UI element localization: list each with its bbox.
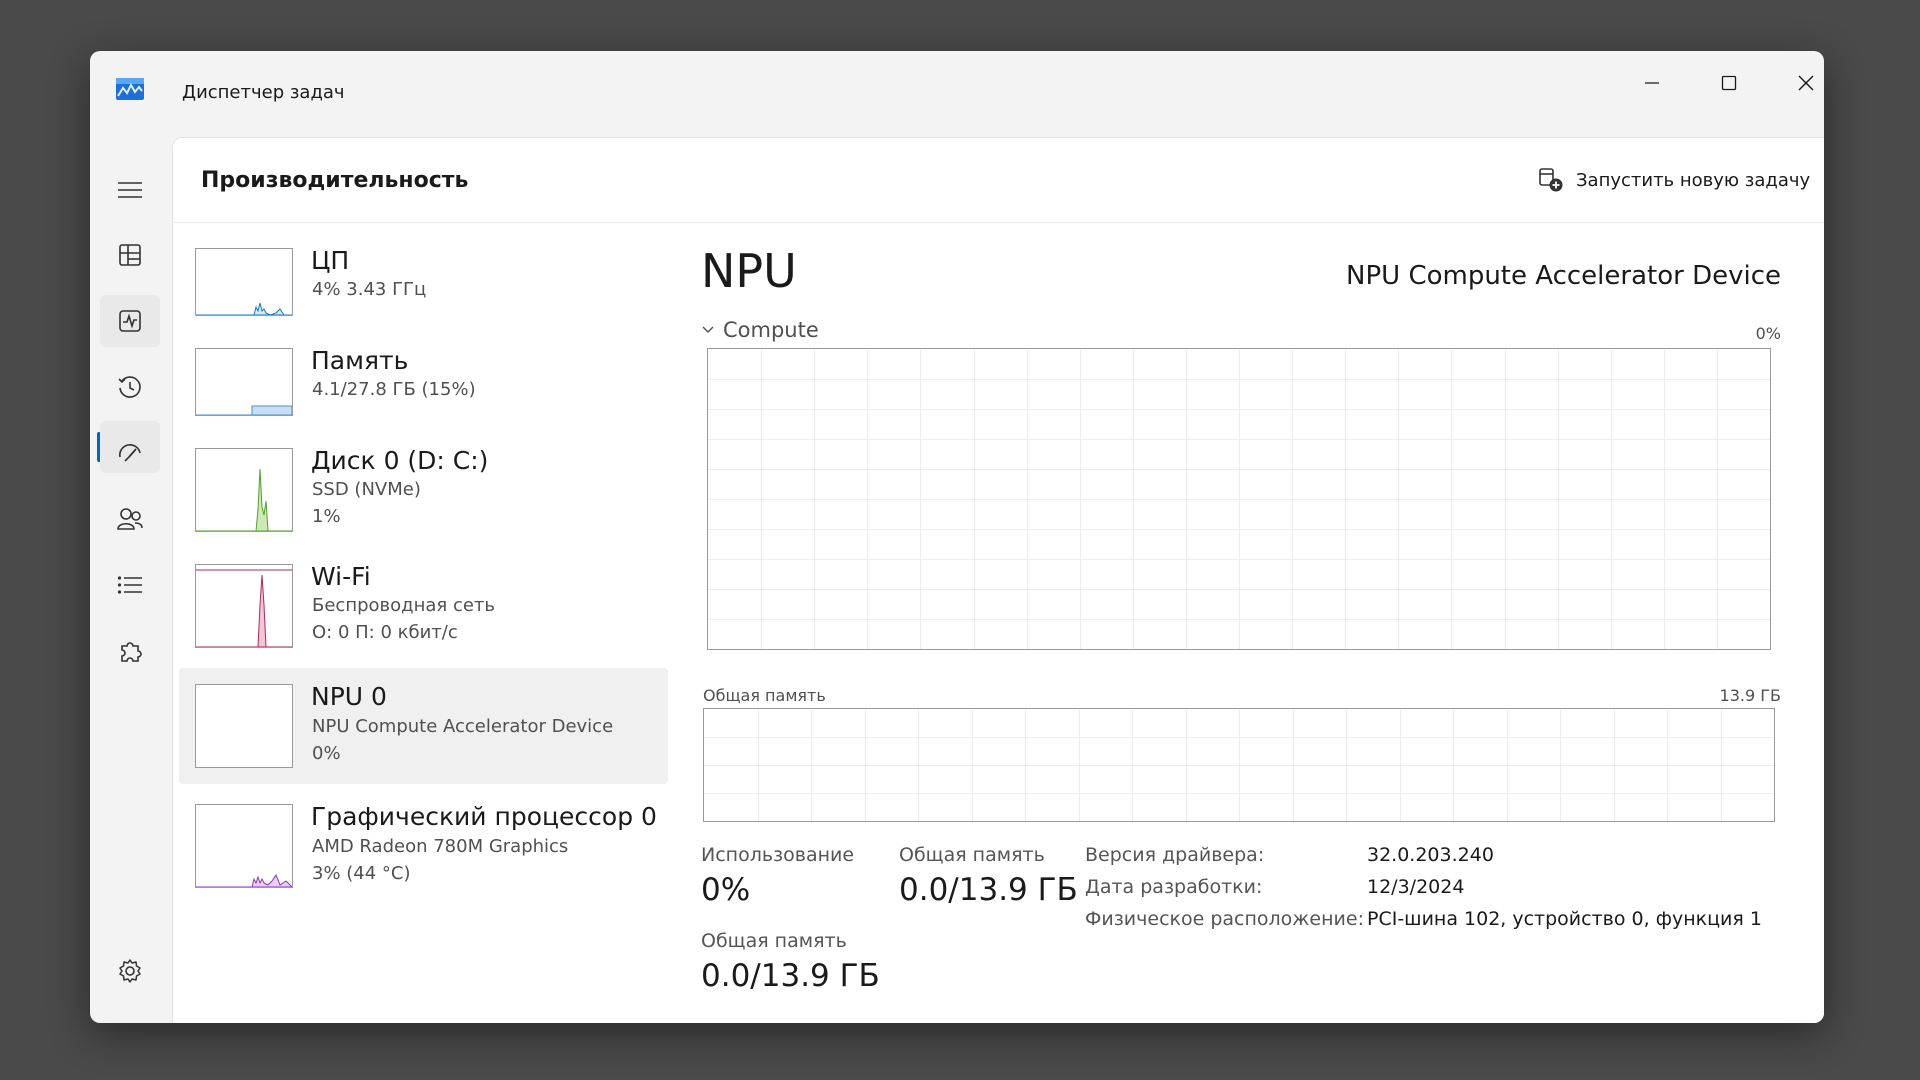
shared-memory-chart — [703, 708, 1775, 822]
device-throughput: О: 0 П: 0 кбит/с — [312, 622, 458, 643]
wifi-thumbnail-graph — [195, 564, 293, 648]
device-name: Wi-Fi — [311, 562, 371, 591]
npu-detail-pane: NPU NPU Compute Accelerator Device Compu… — [693, 222, 1803, 1022]
window-title: Диспетчер задач — [182, 82, 345, 103]
cpu-thumbnail-graph — [195, 248, 293, 316]
menu-button[interactable] — [100, 164, 160, 216]
nav-settings[interactable] — [100, 945, 160, 997]
minimize-icon — [1645, 82, 1659, 84]
nav-services[interactable] — [100, 625, 160, 677]
nav-processes[interactable] — [100, 229, 160, 281]
history-icon — [118, 376, 141, 398]
physical-location-value: PCI-шина 102, устройство 0, функция 1 — [1367, 908, 1762, 930]
shared-memory-label: Общая память — [899, 844, 1045, 866]
nav-users[interactable] — [100, 493, 160, 545]
compute-engine-selector[interactable]: Compute — [701, 318, 819, 342]
device-item-wifi[interactable]: Wi-Fi Беспроводная сеть О: 0 П: 0 кбит/с — [179, 552, 668, 652]
hamburger-icon — [118, 182, 142, 198]
device-usage: 0% — [312, 743, 341, 764]
device-usage-temperature: 3% (44 °C) — [312, 863, 411, 884]
content-panel: Производительность Запустить новую задач… — [172, 137, 1824, 1023]
chevron-down-icon — [702, 326, 714, 334]
nav-app-history[interactable] — [100, 361, 160, 413]
device-item-npu[interactable]: NPU 0 NPU Compute Accelerator Device 0% — [179, 668, 668, 784]
processes-grid-icon — [119, 244, 141, 266]
page-title: Производительность — [201, 168, 469, 193]
speedometer-icon — [119, 444, 141, 462]
details-list-icon — [117, 576, 142, 594]
run-new-task-button[interactable]: Запустить новую задачу — [1538, 158, 1810, 202]
device-item-cpu[interactable]: ЦП 4% 3.43 ГГц — [179, 236, 668, 322]
shared-memory-max-label: 13.9 ГБ — [1719, 686, 1781, 705]
task-manager-window: Диспетчер задач Производительность Запус… — [90, 51, 1824, 1023]
users-icon — [117, 508, 143, 530]
shared-memory-value: 0.0/13.9 ГБ — [899, 872, 1078, 908]
driver-date-value: 12/3/2024 — [1367, 876, 1465, 898]
device-usage: 4.1/27.8 ГБ (15%) — [312, 379, 476, 400]
usage-label: Использование — [701, 844, 855, 866]
device-item-disk[interactable]: Диск 0 (D: C:) SSD (NVMe) 1% — [179, 436, 668, 536]
maximize-icon — [1721, 75, 1737, 91]
detail-title: NPU — [701, 244, 797, 298]
device-list: ЦП 4% 3.43 ГГц Память 4.1/27.8 ГБ (15%) — [173, 222, 673, 1022]
memory-thumbnail-graph — [195, 348, 293, 416]
device-item-memory[interactable]: Память 4.1/27.8 ГБ (15%) — [179, 336, 668, 422]
device-type: NPU Compute Accelerator Device — [312, 716, 614, 737]
device-name: ЦП — [311, 246, 350, 275]
disk-thumbnail-graph — [195, 448, 293, 532]
device-type: SSD (NVMe) — [312, 479, 421, 500]
device-usage: 4% 3.43 ГГц — [312, 279, 427, 300]
panel-header: Производительность Запустить новую задач… — [173, 138, 1824, 223]
nav-details[interactable] — [100, 559, 160, 611]
nav-startup-apps[interactable] — [100, 427, 160, 479]
gpu-thumbnail-graph — [195, 804, 293, 888]
new-task-icon — [1539, 168, 1563, 192]
device-name: Диск 0 (D: C:) — [311, 446, 489, 475]
driver-version-value: 32.0.203.240 — [1367, 844, 1494, 866]
title-bar: Диспетчер задач — [90, 51, 1824, 137]
usage-value: 0% — [701, 872, 751, 908]
shared-memory-value-2: 0.0/13.9 ГБ — [701, 958, 880, 994]
driver-date-label: Дата разработки: — [1085, 876, 1263, 898]
shared-memory-chart-grid — [704, 709, 1774, 821]
navigation-rail — [90, 137, 172, 1023]
device-type: Беспроводная сеть — [312, 595, 496, 616]
close-button[interactable] — [1778, 61, 1824, 105]
close-icon — [1798, 75, 1814, 91]
device-name: NPU 0 — [311, 682, 387, 711]
run-new-task-label: Запустить новую задачу — [1576, 169, 1811, 191]
performance-chart-icon — [119, 310, 141, 332]
services-puzzle-icon — [121, 642, 142, 662]
device-name: Графический процессор 0 — [311, 802, 657, 831]
physical-location-label: Физическое расположение: — [1085, 908, 1364, 930]
compute-chart — [707, 348, 1771, 650]
device-usage: 1% — [312, 506, 341, 527]
compute-max-label: 0% — [1755, 324, 1781, 343]
minimize-button[interactable] — [1624, 61, 1680, 105]
shared-memory-chart-label: Общая память — [703, 686, 826, 705]
device-name: Память — [311, 346, 409, 375]
detail-device-name: NPU Compute Accelerator Device — [1346, 261, 1781, 291]
device-item-gpu[interactable]: Графический процессор 0 AMD Radeon 780M … — [179, 788, 668, 898]
compute-label: Compute — [723, 318, 819, 342]
device-type: AMD Radeon 780M Graphics — [312, 836, 569, 857]
driver-version-label: Версия драйвера: — [1085, 844, 1265, 866]
nav-performance-button[interactable] — [100, 295, 160, 347]
shared-memory-label-2: Общая память — [701, 930, 847, 952]
npu-thumbnail-graph — [195, 684, 293, 768]
maximize-button[interactable] — [1701, 61, 1757, 105]
task-manager-app-icon — [116, 78, 144, 100]
compute-chart-grid — [708, 349, 1770, 649]
settings-gear-icon — [119, 959, 141, 983]
